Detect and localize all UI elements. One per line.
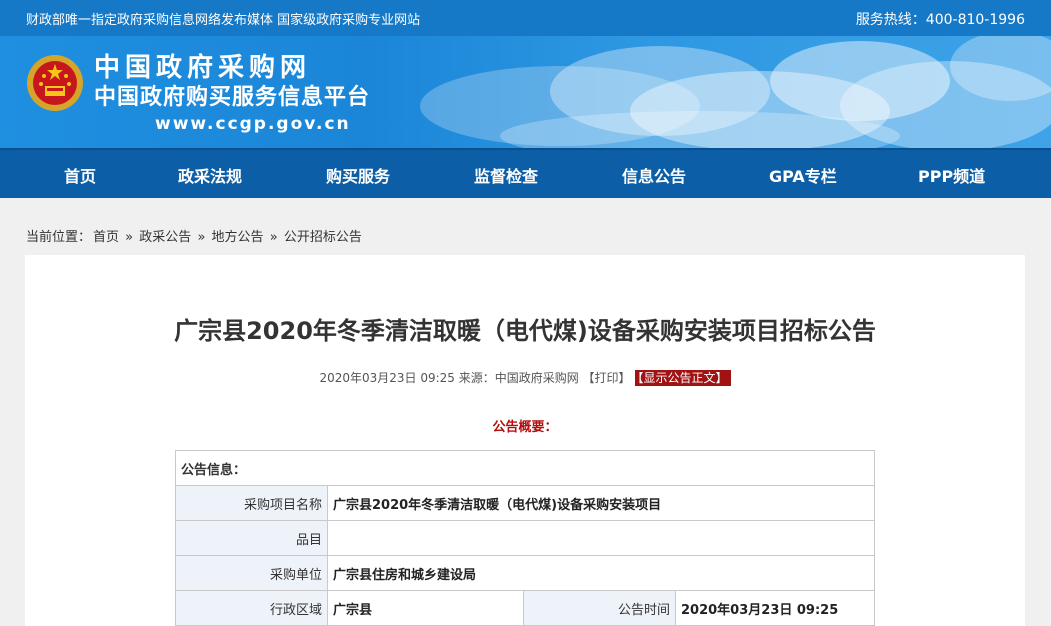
breadcrumb: 当前位置： 首页 » 政采公告 » 地方公告 » 公开招标公告	[26, 226, 364, 245]
breadcrumb-item-procurement[interactable]: 政采公告	[139, 230, 191, 245]
nav-item-gpa[interactable]: GPA专栏	[769, 163, 837, 187]
row-label: 公告时间	[523, 590, 676, 626]
service-hotline: 服务热线：400-810-1996	[855, 12, 1025, 28]
breadcrumb-separator: »	[125, 230, 134, 245]
show-body-button[interactable]: 【显示公告正文】	[634, 370, 731, 386]
row-label: 采购项目名称	[175, 485, 328, 521]
breadcrumb-prefix: 当前位置：	[26, 230, 92, 245]
site-subtitle: 中国政府购买服务信息平台	[94, 85, 371, 110]
site-banner: 中国政府采购网 中国政府购买服务信息平台 www.ccgp.gov.cn	[0, 36, 1051, 148]
article-title: 广宗县2020年冬季清洁取暖（电代煤)设备采购安装项目招标公告	[174, 317, 876, 345]
table-row: 采购项目名称 广宗县2020年冬季清洁取暖（电代煤)设备采购安装项目	[175, 485, 875, 521]
breadcrumb-item-local[interactable]: 地方公告	[212, 230, 264, 245]
nav-item-home[interactable]: 首页	[64, 163, 96, 187]
breadcrumb-item-current[interactable]: 公开招标公告	[284, 230, 362, 245]
table-row: 品目	[175, 520, 875, 556]
breadcrumb-separator: »	[197, 230, 206, 245]
nav-item-announcements[interactable]: 信息公告	[622, 163, 686, 187]
nav-item-supervision[interactable]: 监督检查	[474, 163, 538, 187]
site-url: www.ccgp.gov.cn	[155, 114, 351, 134]
row-value: 2020年03月23日 09:25	[675, 590, 875, 626]
national-emblem-icon	[27, 55, 83, 111]
breadcrumb-separator: »	[269, 230, 278, 245]
row-value: 广宗县	[327, 590, 524, 626]
nav-item-purchase-services[interactable]: 购买服务	[326, 163, 390, 187]
table-row: 公告信息：	[175, 450, 875, 486]
main-nav: 首页 政采法规 购买服务 监督检查 信息公告 GPA专栏 PPP频道	[0, 148, 1051, 198]
announcement-info-table: 公告信息： 采购项目名称 广宗县2020年冬季清洁取暖（电代煤)设备采购安装项目…	[175, 450, 875, 626]
top-bar: 财政部唯一指定政府采购信息网络发布媒体 国家级政府采购专业网站 服务热线：400…	[0, 0, 1051, 36]
article-panel: 广宗县2020年冬季清洁取暖（电代煤)设备采购安装项目招标公告 2020年03月…	[25, 255, 1025, 626]
table-header: 公告信息：	[175, 450, 875, 486]
nav-item-regulations[interactable]: 政采法规	[178, 163, 242, 187]
row-value: 广宗县住房和城乡建设局	[327, 555, 875, 591]
site-title: 中国政府采购网	[94, 53, 312, 83]
row-value: 广宗县2020年冬季清洁取暖（电代煤)设备采购安装项目	[327, 485, 875, 521]
row-value	[327, 520, 875, 556]
overview-label: 公告概要：	[492, 420, 558, 435]
row-label: 采购单位	[175, 555, 328, 591]
table-row: 行政区域 广宗县 公告时间 2020年03月23日 09:25	[175, 590, 875, 626]
row-label: 品目	[175, 520, 328, 556]
top-bar-slogan: 财政部唯一指定政府采购信息网络发布媒体 国家级政府采购专业网站	[26, 13, 421, 28]
nav-item-ppp[interactable]: PPP频道	[918, 163, 985, 187]
article-meta: 2020年03月23日 09:25 来源：中国政府采购网 【打印】 【显示公告正文…	[25, 369, 1025, 386]
breadcrumb-item-home[interactable]: 首页	[93, 230, 119, 245]
row-label: 行政区域	[175, 590, 328, 626]
table-row: 采购单位 广宗县住房和城乡建设局	[175, 555, 875, 591]
article-meta-text: 2020年03月23日 09:25 来源：中国政府采购网 【打印】	[319, 371, 631, 385]
